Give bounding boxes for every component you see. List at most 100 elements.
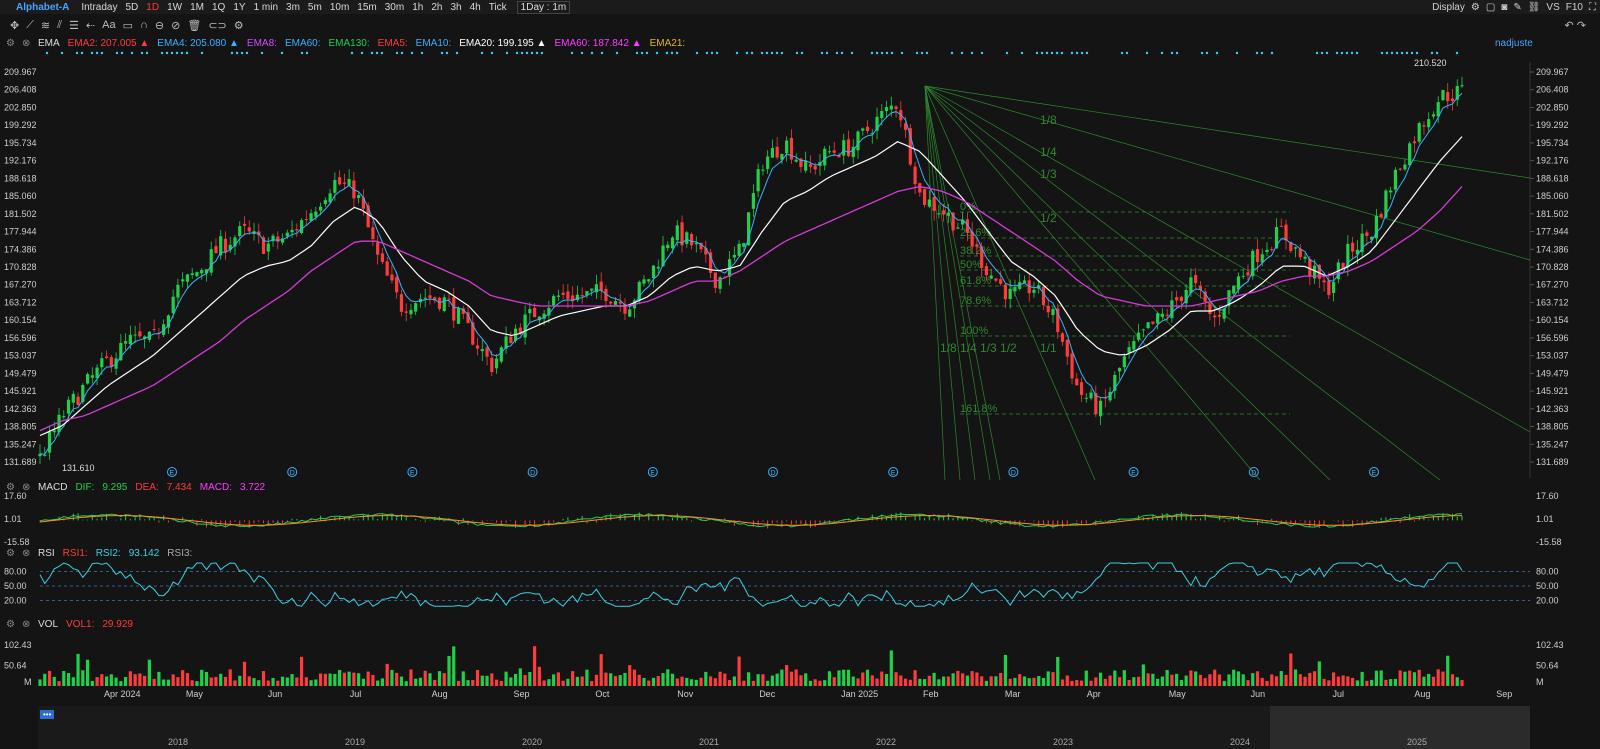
channel-icon[interactable]: ⫽ (57, 19, 62, 32)
gear-icon[interactable]: ⚙ (1471, 2, 1480, 13)
volume-bar (357, 673, 361, 686)
scroller-window[interactable] (1270, 706, 1530, 749)
note-icon[interactable]: ▭ (123, 19, 133, 32)
multi-line-icon[interactable]: ≋ (41, 19, 50, 32)
signal-dot (1075, 51, 1079, 55)
arrow-icon[interactable]: ⇠ (86, 19, 95, 32)
timeframe-9[interactable]: 5m (308, 2, 322, 13)
candle-body (290, 229, 294, 233)
candle-body (223, 238, 228, 253)
volume-bar (680, 676, 684, 686)
adjust-toggle[interactable]: nadjuste (1495, 38, 1533, 49)
text-tool-button[interactable]: Aa (102, 19, 115, 31)
f10-button[interactable]: F10 (1566, 2, 1583, 13)
signal-dot (665, 51, 669, 55)
volume-bar (894, 672, 898, 686)
ema-title[interactable]: EMA (38, 38, 60, 49)
settings-icon[interactable]: ⚙ (234, 19, 244, 32)
gear-icon[interactable]: ⚙ (6, 482, 15, 493)
timeframe-16[interactable]: 4h (470, 2, 481, 13)
fib-icon[interactable]: ☰ (69, 19, 79, 32)
gear-icon[interactable]: ⚙ (6, 548, 15, 559)
fullscreen-icon[interactable]: ⛶ (1589, 2, 1596, 13)
candle-body (204, 269, 209, 274)
pencil-icon[interactable]: ✎ (1513, 2, 1521, 13)
timeframe-15[interactable]: 3h (450, 2, 461, 13)
undo-icon[interactable]: ↶ ↷ (1565, 19, 1600, 32)
timeframe-0[interactable]: Intraday (81, 2, 117, 13)
scroller-menu-button[interactable]: ••• (40, 710, 55, 719)
volume-bar (1098, 672, 1103, 686)
candle-body (1146, 322, 1150, 329)
candle-body (984, 266, 989, 276)
y-tick-label: 206.408 (1536, 85, 1569, 95)
fan-label: 1/4 (1040, 145, 1057, 159)
link-icon[interactable]: ⛓ (1528, 2, 1541, 13)
timeframe-17[interactable]: Tick (489, 2, 507, 13)
candle-body (1450, 98, 1455, 102)
candle-body (794, 159, 798, 162)
volume-bar (214, 676, 218, 686)
volume-bar (1260, 677, 1264, 686)
timeframe-14[interactable]: 2h (431, 2, 442, 13)
vol-title[interactable]: VOL (38, 619, 58, 630)
timeframe-11[interactable]: 15m (357, 2, 376, 13)
close-icon[interactable]: ⊗ (22, 38, 30, 49)
close-icon[interactable]: ⊗ (22, 482, 30, 493)
lock-icon[interactable]: ⊘ (171, 19, 180, 32)
timeframe-10[interactable]: 10m (330, 2, 349, 13)
candle-body (1184, 289, 1188, 304)
y-tick-label: 185.060 (1536, 191, 1569, 201)
trash-icon[interactable]: 🗑 (187, 19, 201, 32)
window-icon[interactable]: ▢ (1486, 2, 1495, 13)
interval-select[interactable]: 1Day : 1m (516, 0, 571, 14)
gear-icon[interactable]: ⚙ (6, 619, 15, 630)
rsi-title[interactable]: RSI (38, 548, 55, 559)
close-icon[interactable]: ⊗ (22, 619, 30, 630)
volume-bar (1156, 678, 1160, 686)
time-scroller[interactable]: ••• 2018 2019 2020 2021 2022 2023 2024 2025 (38, 706, 1530, 749)
macd-title[interactable]: MACD (38, 482, 67, 493)
timeframe-4[interactable]: 1M (190, 2, 204, 13)
x-axis-label: Apr 2024 (104, 689, 141, 699)
camera-icon[interactable]: ◙ (1501, 2, 1507, 13)
vs-button[interactable]: VS (1546, 2, 1559, 13)
timeframe-8[interactable]: 3m (286, 2, 300, 13)
gear-icon[interactable]: ⚙ (6, 38, 15, 49)
candle-body (418, 298, 423, 303)
symbol-title[interactable]: Alphabet-A (16, 2, 69, 13)
volume-bar (775, 673, 779, 686)
candle-body (185, 274, 190, 282)
candle-body (1137, 332, 1141, 340)
crosshair-icon[interactable]: ✥ (10, 19, 19, 32)
volume-bar (1236, 671, 1241, 686)
candle-body (908, 128, 912, 165)
volume-bar (1089, 680, 1093, 686)
volume-bar (347, 671, 351, 686)
vol-tick-label: 102.43 (1536, 640, 1564, 650)
timeframe-1[interactable]: 5D (125, 2, 138, 13)
timeframe-13[interactable]: 1h (412, 2, 423, 13)
link-tool-icon[interactable]: ⊂⊃ (208, 19, 226, 32)
close-icon[interactable]: ⊗ (22, 548, 30, 559)
timeframe-3[interactable]: 1W (167, 2, 182, 13)
display-select[interactable]: Display (1432, 2, 1465, 13)
candle-body (1412, 141, 1417, 144)
magnet-icon[interactable]: ∩ (140, 19, 148, 31)
candle-body (675, 225, 679, 241)
signal-dot (1270, 51, 1274, 55)
timeframe-7[interactable]: 1 min (254, 2, 278, 13)
volume-bar (409, 669, 413, 686)
volume-bar (1075, 680, 1079, 686)
line-icon[interactable]: ⟋ (26, 19, 34, 32)
candle-body (1070, 353, 1074, 379)
volume-bar (556, 672, 560, 686)
timeframe-5[interactable]: 1Q (212, 2, 225, 13)
volume-bar (742, 680, 746, 686)
pattern-icon[interactable]: ⊖ (155, 19, 164, 32)
candle-body (318, 206, 323, 211)
volume-bar (304, 677, 308, 686)
timeframe-2[interactable]: 1D (146, 2, 159, 13)
timeframe-12[interactable]: 30m (385, 2, 404, 13)
timeframe-6[interactable]: 1Y (233, 2, 245, 13)
